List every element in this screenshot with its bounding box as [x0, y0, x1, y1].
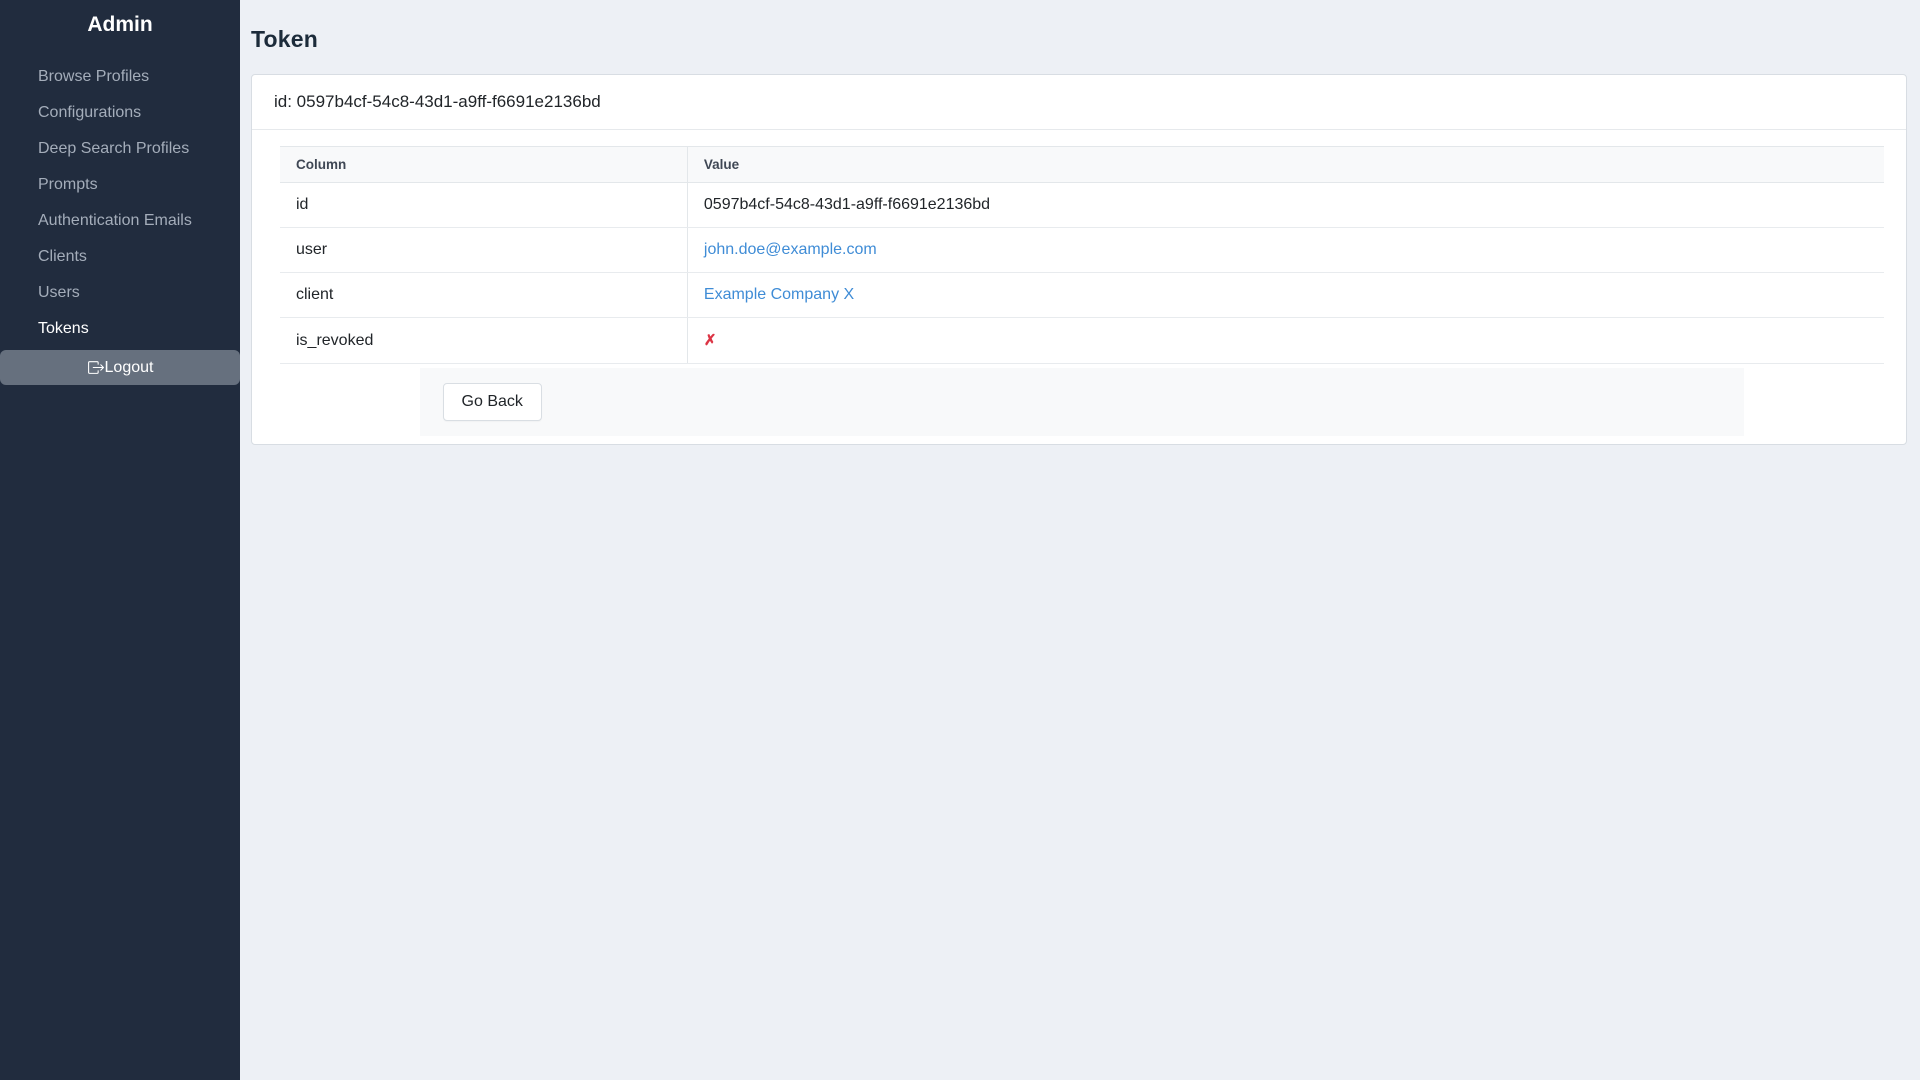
revoked-false-icon: ✗: [704, 332, 717, 349]
column-header-value: Value: [687, 147, 1884, 183]
table-row-is-revoked: is_revoked ✗: [280, 318, 1884, 364]
sidebar-item-prompts[interactable]: Prompts: [0, 167, 240, 203]
sidebar-item-tokens[interactable]: Tokens: [0, 311, 240, 347]
column-header-column: Column: [280, 147, 687, 183]
sidebar-item-clients[interactable]: Clients: [0, 239, 240, 275]
main-content: Token id: 0597b4cf-54c8-43d1-a9ff-f6691e…: [240, 0, 1920, 1080]
table-row-client: client Example Company X: [280, 273, 1884, 318]
table-header-row: Column Value: [280, 147, 1884, 183]
go-back-button[interactable]: Go Back: [443, 383, 542, 421]
card-header-id: id: 0597b4cf-54c8-43d1-a9ff-f6691e2136bd: [252, 75, 1906, 130]
token-detail-table: Column Value id 0597b4cf-54c8-43d1-a9ff-…: [280, 146, 1884, 364]
row-label-client: client: [280, 273, 687, 318]
row-value-id: 0597b4cf-54c8-43d1-a9ff-f6691e2136bd: [704, 196, 990, 213]
sidebar-item-authentication-emails[interactable]: Authentication Emails: [0, 203, 240, 239]
card-body: Column Value id 0597b4cf-54c8-43d1-a9ff-…: [252, 130, 1906, 444]
app-layout: Admin Browse Profiles Configurations Dee…: [0, 0, 1920, 1080]
sidebar-item-users[interactable]: Users: [0, 275, 240, 311]
table-row-id: id 0597b4cf-54c8-43d1-a9ff-f6691e2136bd: [280, 183, 1884, 228]
user-link[interactable]: john.doe@example.com: [704, 241, 877, 258]
client-link[interactable]: Example Company X: [704, 286, 854, 303]
table-row-user: user john.doe@example.com: [280, 228, 1884, 273]
sidebar: Admin Browse Profiles Configurations Dee…: [0, 0, 240, 1080]
row-label-id: id: [280, 183, 687, 228]
logout-icon: [87, 359, 104, 376]
token-detail-card: id: 0597b4cf-54c8-43d1-a9ff-f6691e2136bd…: [251, 74, 1907, 445]
card-footer: Go Back: [420, 368, 1745, 436]
sidebar-item-configurations[interactable]: Configurations: [0, 95, 240, 131]
sidebar-nav: Browse Profiles Configurations Deep Sear…: [0, 59, 240, 347]
sidebar-item-deep-search-profiles[interactable]: Deep Search Profiles: [0, 131, 240, 167]
sidebar-item-browse-profiles[interactable]: Browse Profiles: [0, 59, 240, 95]
row-label-is-revoked: is_revoked: [280, 318, 687, 364]
logout-button[interactable]: Logout: [0, 350, 240, 385]
row-label-user: user: [280, 228, 687, 273]
sidebar-title: Admin: [0, 0, 240, 37]
logout-label: Logout: [105, 359, 154, 377]
page-title: Token: [251, 26, 1907, 53]
